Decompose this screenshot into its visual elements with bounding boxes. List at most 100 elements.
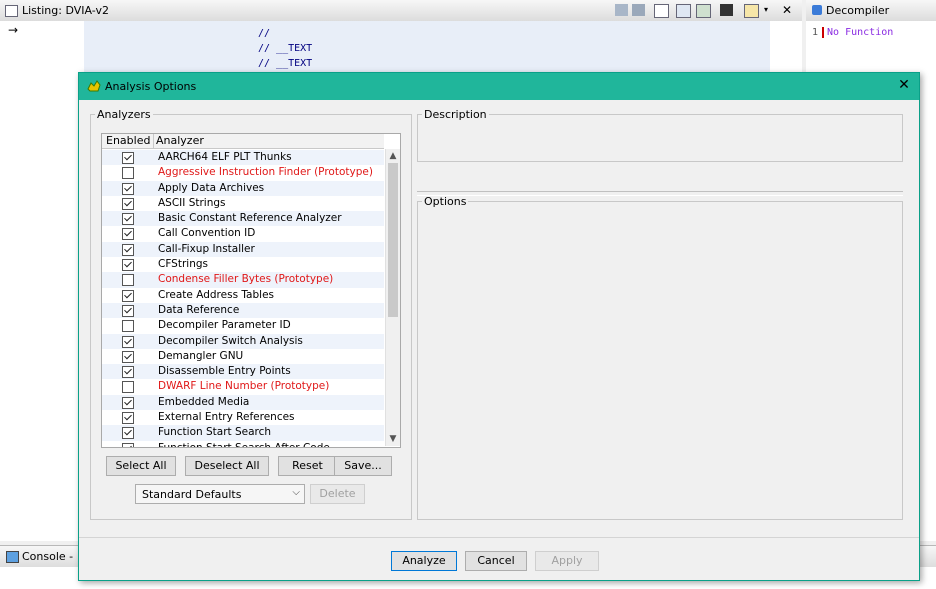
analyzer-name: Demangler GNU: [158, 349, 244, 362]
table-row[interactable]: Function Start Search After Code: [102, 441, 384, 448]
scroll-thumb[interactable]: [388, 163, 398, 317]
apply-button[interactable]: Apply: [535, 551, 599, 571]
analyzers-table[interactable]: Enabled Analyzer AARCH64 ELF PLT Thunks A…: [101, 133, 401, 448]
analyzer-name: Call Convention ID: [158, 227, 256, 240]
options-group: Options: [417, 195, 903, 520]
toolbar-icon-5[interactable]: [744, 4, 759, 18]
enabled-checkbox[interactable]: [122, 320, 134, 333]
table-row[interactable]: Function Start Search: [102, 425, 384, 441]
enabled-checkbox[interactable]: [122, 167, 134, 180]
defaults-combo[interactable]: Standard Defaults ⌵: [135, 484, 305, 504]
toolbar-icon-2[interactable]: [632, 4, 645, 16]
arrow-icon: →: [8, 23, 19, 37]
listing-title: Listing: DVIA-v2: [22, 4, 109, 17]
enabled-checkbox[interactable]: [122, 304, 134, 317]
enabled-checkbox[interactable]: [122, 182, 134, 195]
enabled-checkbox[interactable]: [122, 412, 134, 425]
table-row[interactable]: Condense Filler Bytes (Prototype): [102, 272, 384, 288]
analyzer-name: Embedded Media: [158, 395, 250, 408]
scroll-up-icon[interactable]: ▲: [386, 149, 400, 163]
analyzer-name: Aggressive Instruction Finder (Prototype…: [158, 166, 373, 179]
table-row[interactable]: Decompiler Switch Analysis: [102, 333, 384, 349]
enabled-checkbox[interactable]: [122, 213, 134, 226]
description-group: Description: [417, 108, 903, 162]
reset-button[interactable]: Reset: [278, 456, 337, 476]
analyzer-name: ASCII Strings: [158, 196, 226, 209]
analyzer-name: Disassemble Entry Points: [158, 365, 291, 378]
decompiler-title: Decompiler: [826, 4, 890, 17]
close-icon[interactable]: ✕: [782, 4, 795, 16]
table-row[interactable]: Call Convention ID: [102, 226, 384, 241]
scroll-down-icon[interactable]: ▼: [386, 432, 400, 446]
code-line: //: [258, 28, 271, 39]
table-header: Enabled Analyzer: [102, 134, 384, 149]
table-row[interactable]: Call-Fixup Installer: [102, 241, 384, 258]
close-icon[interactable]: ✕: [895, 77, 913, 93]
analyzer-name: Function Start Search After Code: [158, 441, 330, 448]
options-legend: Options: [424, 195, 467, 208]
table-row[interactable]: AARCH64 ELF PLT Thunks: [102, 150, 384, 166]
toolbar-icon-3[interactable]: [676, 4, 691, 18]
enabled-checkbox[interactable]: [122, 197, 134, 210]
table-scrollbar[interactable]: ▲ ▼: [385, 149, 400, 446]
enabled-checkbox[interactable]: [122, 152, 134, 164]
enabled-checkbox[interactable]: [122, 259, 134, 272]
console-icon: [6, 551, 19, 563]
save-button[interactable]: Save...: [334, 456, 392, 476]
chevron-down-icon: ⌵: [292, 487, 300, 498]
analyzer-name: CFStrings: [158, 258, 208, 271]
select-all-button[interactable]: Select All: [106, 456, 176, 476]
listing-code[interactable]: [84, 21, 770, 73]
table-row[interactable]: Decompiler Parameter ID: [102, 318, 384, 333]
enabled-checkbox[interactable]: [122, 366, 134, 379]
enabled-checkbox[interactable]: [122, 289, 134, 302]
table-row[interactable]: Demangler GNU: [102, 349, 384, 364]
enabled-checkbox[interactable]: [122, 243, 134, 256]
table-row[interactable]: Basic Constant Reference Analyzer: [102, 211, 384, 227]
dragon-icon: [87, 80, 101, 92]
toolbar-icon-4[interactable]: [696, 4, 711, 18]
footer-separator: [79, 537, 919, 538]
listing-margin: →: [0, 21, 82, 73]
enabled-checkbox[interactable]: [122, 335, 134, 348]
analyzer-name: Data Reference: [158, 303, 240, 316]
delete-button[interactable]: Delete: [310, 484, 365, 504]
table-row[interactable]: Create Address Tables: [102, 288, 384, 303]
table-row[interactable]: Data Reference: [102, 302, 384, 319]
toolbar-icon-1[interactable]: [615, 4, 628, 16]
cancel-button[interactable]: Cancel: [465, 551, 527, 571]
table-row[interactable]: External Entry References: [102, 410, 384, 425]
analyzer-name: Decompiler Switch Analysis: [158, 334, 303, 347]
analyzer-name: Function Start Search: [158, 426, 272, 439]
col-enabled-header[interactable]: Enabled: [102, 134, 154, 148]
dialog-titlebar[interactable]: Analysis Options ✕: [79, 73, 919, 100]
enabled-checkbox[interactable]: [122, 396, 134, 409]
analyze-button[interactable]: Analyze: [391, 551, 457, 571]
enabled-checkbox[interactable]: [122, 274, 134, 287]
table-row[interactable]: Disassemble Entry Points: [102, 364, 384, 380]
enabled-checkbox[interactable]: [122, 228, 134, 241]
table-row[interactable]: DWARF Line Number (Prototype): [102, 379, 384, 394]
analyzer-name: Create Address Tables: [158, 288, 275, 301]
analyzer-name: Apply Data Archives: [158, 181, 265, 194]
table-row[interactable]: CFStrings: [102, 257, 384, 272]
table-row[interactable]: Apply Data Archives: [102, 180, 384, 196]
enabled-checkbox[interactable]: [122, 381, 134, 394]
dropdown-icon[interactable]: ▾: [764, 4, 772, 16]
deselect-all-button[interactable]: Deselect All: [185, 456, 269, 476]
col-analyzer-header[interactable]: Analyzer: [154, 134, 204, 148]
cursor-icon[interactable]: [654, 4, 669, 18]
table-row[interactable]: Aggressive Instruction Finder (Prototype…: [102, 165, 384, 180]
enabled-checkbox[interactable]: [122, 350, 134, 363]
snapshot-icon[interactable]: [720, 4, 733, 16]
analyzer-name: Basic Constant Reference Analyzer: [158, 212, 342, 225]
dialog-title: Analysis Options: [105, 80, 197, 93]
enabled-checkbox[interactable]: [122, 427, 134, 440]
enabled-checkbox[interactable]: [122, 442, 134, 447]
table-row[interactable]: Embedded Media: [102, 394, 384, 411]
table-row[interactable]: ASCII Strings: [102, 196, 384, 211]
analyzer-name: AARCH64 ELF PLT Thunks: [158, 151, 292, 163]
decompiler-line-number: 1: [812, 27, 819, 38]
listing-titlebar: Listing: DVIA-v2 ▾ ✕: [0, 0, 802, 22]
code-line: // __TEXT: [258, 58, 313, 69]
